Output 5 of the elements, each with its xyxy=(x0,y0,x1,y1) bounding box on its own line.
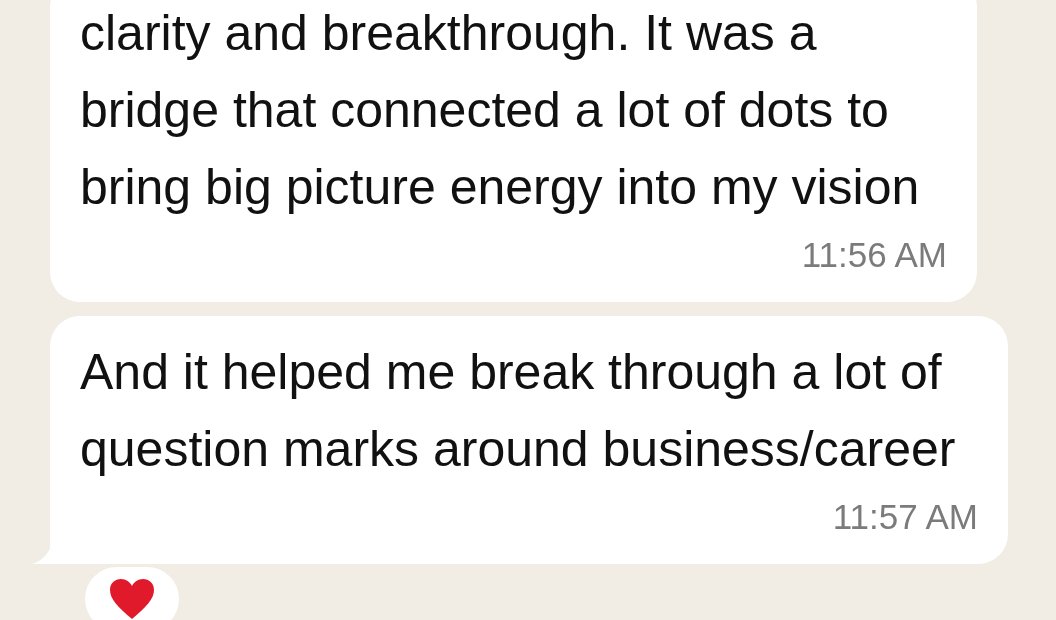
message-text: And it helped me break through a lot of question marks around business/career xyxy=(80,343,956,479)
timestamp: 11:56 AM xyxy=(801,238,947,272)
timestamp: 11:57 AM xyxy=(832,500,978,534)
heart-icon xyxy=(108,577,156,620)
message-text: clarity and breakthrough. It was a bridge that connected a lot of dots to bring big picture energy into my vision xyxy=(80,4,920,217)
